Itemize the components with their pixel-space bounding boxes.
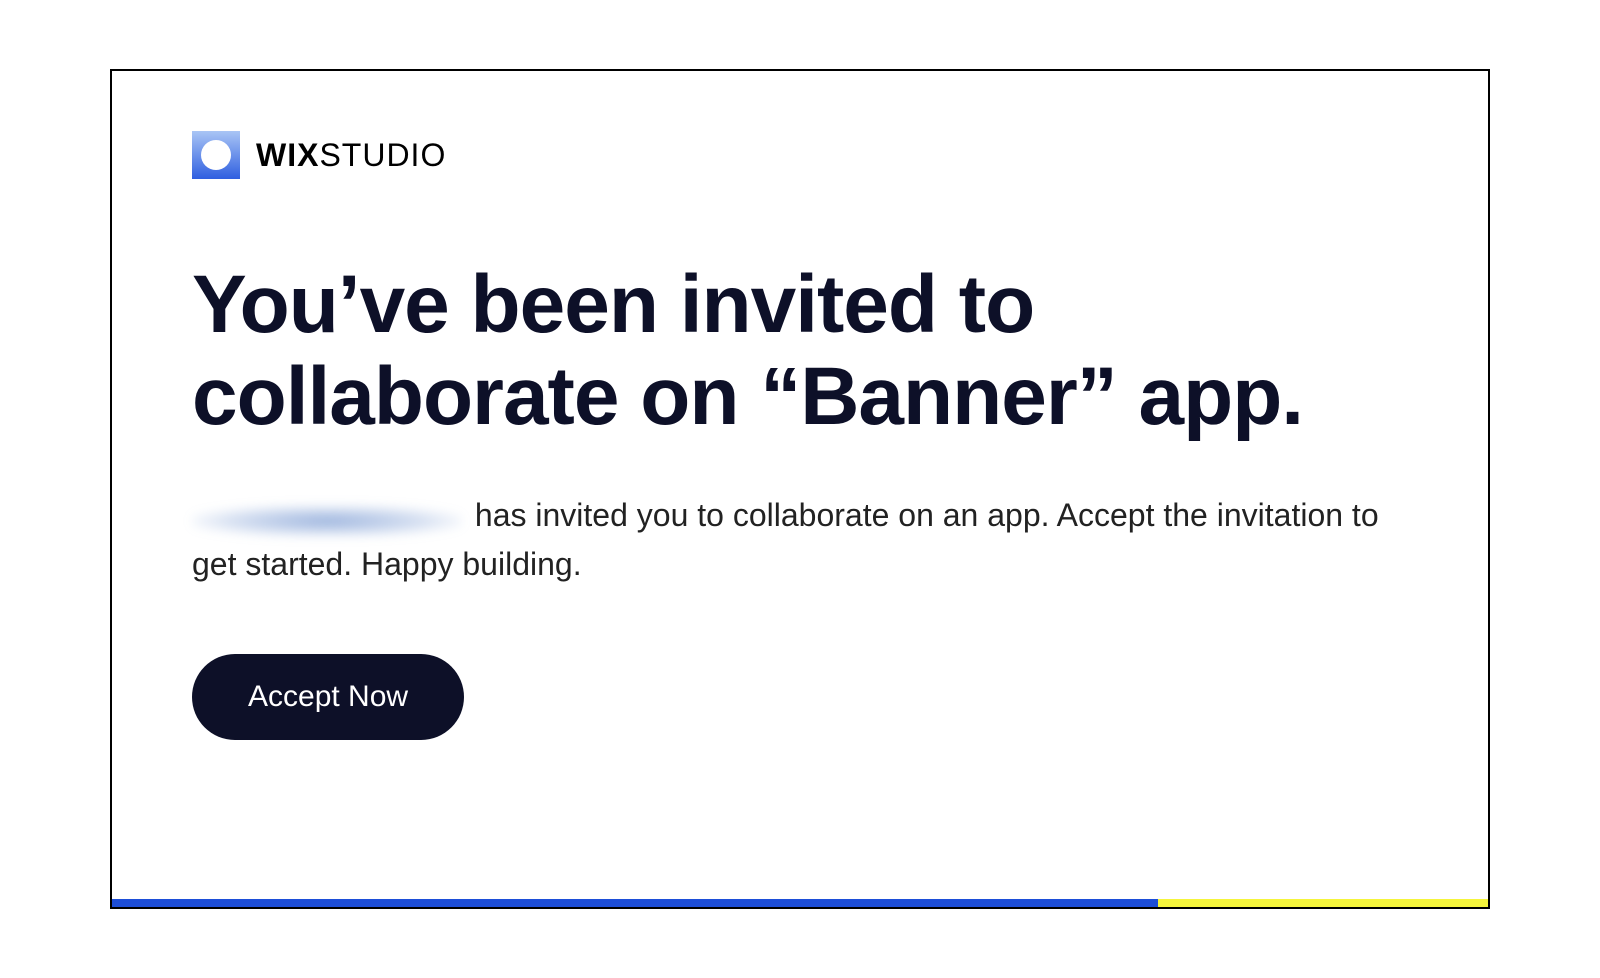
bar-segment-blue <box>112 899 1158 907</box>
logo-text: WIXSTUDIO <box>256 137 446 174</box>
invitation-heading: You’ve been invited to collaborate on “B… <box>192 259 1408 443</box>
invitation-body: has invited you to collaborate on an app… <box>192 491 1408 590</box>
bar-segment-yellow <box>1158 899 1488 907</box>
accept-now-button[interactable]: Accept Now <box>192 654 464 740</box>
invitation-card: WIXSTUDIO You’ve been invited to collabo… <box>110 69 1490 909</box>
decorative-bottom-bar <box>112 899 1488 907</box>
logo-word-2: STUDIO <box>319 137 446 173</box>
logo: WIXSTUDIO <box>192 131 1408 179</box>
logo-word-1: WIX <box>256 137 319 173</box>
inviter-email-redacted <box>192 505 462 537</box>
wix-studio-logo-icon <box>192 131 240 179</box>
